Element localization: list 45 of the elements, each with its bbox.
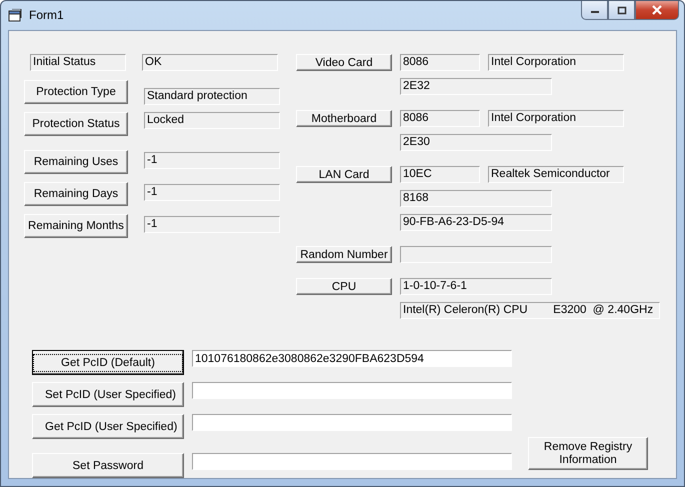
hardware-button[interactable]: Random Number (296, 246, 392, 263)
hardware-field: 8086 (400, 110, 480, 127)
status-button[interactable]: Remaining Days (24, 182, 128, 206)
hardware-field: 2E30 (400, 134, 552, 151)
status-button[interactable]: Remaining Months (24, 214, 128, 238)
status-field: Standard protection (144, 88, 280, 105)
pcid-input[interactable]: 101076180862e3080862e3290FBA623D594 (192, 350, 512, 367)
status-button[interactable]: Remaining Uses (24, 150, 128, 174)
status-field: OK (142, 54, 278, 71)
hardware-button[interactable]: CPU (296, 278, 392, 295)
pcid-input[interactable] (192, 453, 512, 470)
hardware-field: Intel Corporation (488, 110, 624, 127)
hardware-field: 8086 (400, 54, 480, 71)
window-title: Form1 (29, 8, 64, 22)
pcid-button[interactable]: Set PcID (User Specified) (32, 382, 184, 407)
remove-registry-button[interactable]: Remove Registry Information (528, 437, 648, 470)
pcid-button[interactable]: Set Password (32, 453, 184, 478)
status-label: Initial Status (30, 54, 126, 71)
hardware-field: 2E32 (400, 78, 552, 95)
status-field: -1 (144, 216, 280, 233)
hardware-field: 90-FB-A6-23-D5-94 (400, 214, 552, 231)
minimize-button[interactable] (581, 1, 608, 20)
hardware-field: Intel(R) Celeron(R) CPU E3200 @ 2.40GHz (400, 302, 660, 319)
close-icon (651, 5, 663, 15)
status-field: -1 (144, 184, 280, 201)
hardware-field: Intel Corporation (488, 54, 624, 71)
hardware-button[interactable]: Video Card (296, 54, 392, 71)
maximize-icon (616, 6, 626, 14)
hardware-field: 10EC (400, 166, 480, 183)
status-field: -1 (144, 152, 280, 169)
hardware-field: 1-0-10-7-6-1 (400, 278, 552, 295)
maximize-button[interactable] (608, 1, 635, 20)
pcid-input[interactable] (192, 382, 512, 399)
close-button[interactable] (635, 1, 679, 20)
pcid-input[interactable] (192, 414, 512, 431)
hardware-button[interactable]: LAN Card (296, 166, 392, 183)
pcid-button[interactable]: Get PcID (Default) (32, 350, 184, 375)
hardware-button[interactable]: Motherboard (296, 110, 392, 127)
hardware-field: 8168 (400, 190, 552, 207)
pcid-button[interactable]: Get PcID (User Specified) (32, 414, 184, 439)
status-field: Locked (144, 112, 280, 129)
status-button[interactable]: Protection Status (24, 112, 128, 136)
form-icon (8, 9, 22, 22)
hardware-field: Realtek Semiconductor (488, 166, 624, 183)
status-button[interactable]: Protection Type (24, 80, 128, 104)
